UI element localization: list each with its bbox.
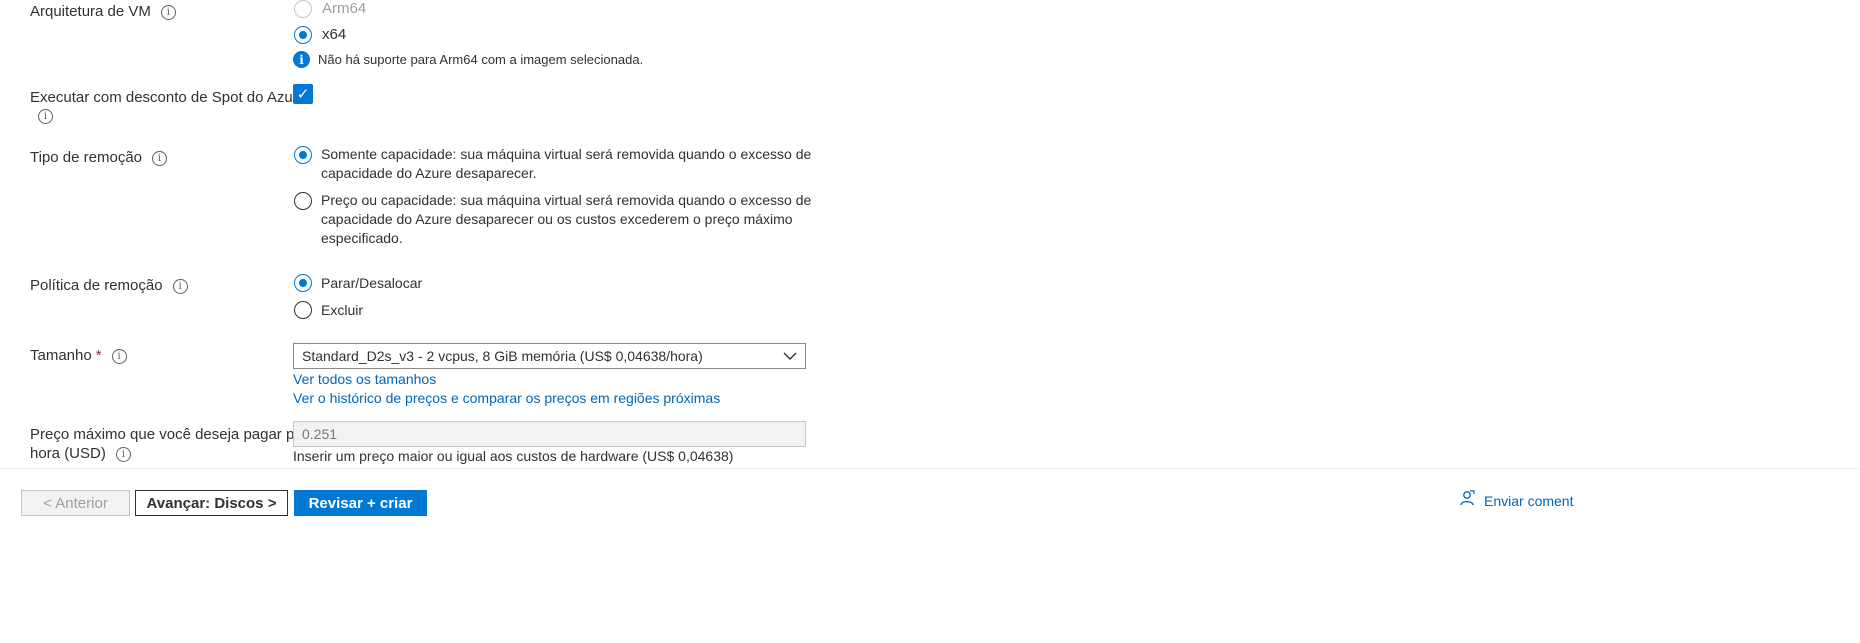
radio-label-line: Preço ou capacidade: sua máquina virtual… bbox=[321, 192, 812, 208]
next-discs-button[interactable]: Avançar: Discos > bbox=[135, 490, 288, 516]
radio-label-line: especificado. bbox=[321, 230, 403, 246]
radio-label-x64: x64 bbox=[322, 26, 347, 43]
max-price-label: Preço máximo que você deseja pagar por bbox=[30, 426, 308, 443]
size-dropdown-value: Standard_D2s_v3 - 2 vcpus, 8 GiB memória… bbox=[302, 348, 703, 364]
send-feedback-label: Enviar coment bbox=[1484, 492, 1574, 509]
radio-capacity-only[interactable]: Somente capacidade: sua máquina virtual … bbox=[294, 145, 811, 183]
max-price-input[interactable] bbox=[293, 421, 806, 447]
radio-stop-deallocate[interactable]: Parar/Desalocar bbox=[294, 272, 422, 294]
size-dropdown[interactable]: Standard_D2s_v3 - 2 vcpus, 8 GiB memória… bbox=[293, 343, 806, 369]
send-feedback-link[interactable]: Enviar coment bbox=[1458, 489, 1573, 512]
radio-label-line: capacidade do Azure desaparecer ou os cu… bbox=[321, 211, 793, 227]
feedback-icon bbox=[1458, 489, 1476, 512]
vm-architecture-row: Arquitetura de VM i bbox=[30, 2, 176, 22]
info-icon[interactable]: i bbox=[38, 109, 53, 124]
radio-label-line: Somente capacidade: sua máquina virtual … bbox=[321, 146, 812, 162]
radio-label-stop-deallocate: Parar/Desalocar bbox=[321, 275, 423, 291]
spot-label: Executar com desconto de Spot do Azure bbox=[30, 89, 306, 106]
radio-label-arm64: Arm64 bbox=[322, 0, 367, 17]
size-label: Tamanho bbox=[30, 347, 92, 364]
info-filled-icon: i bbox=[293, 51, 310, 68]
max-price-row2: hora (USD) i bbox=[30, 444, 131, 464]
radio-button-price-or-capacity[interactable] bbox=[294, 192, 312, 210]
info-icon[interactable]: i bbox=[115, 446, 131, 462]
eviction-type-label: Tipo de remoção bbox=[30, 149, 143, 166]
radio-arm64: Arm64 bbox=[294, 0, 366, 20]
info-icon[interactable]: i bbox=[152, 150, 168, 166]
max-price-label-line2: hora (USD) bbox=[30, 445, 106, 462]
radio-label-price-or-capacity: Preço ou capacidade: sua máquina virtual… bbox=[321, 191, 811, 248]
architecture-info-text: Não há suporte para Arm64 com a imagem s… bbox=[318, 52, 644, 67]
eviction-type-row: Tipo de remoção i bbox=[30, 148, 168, 168]
checkmark-icon: ✓ bbox=[296, 86, 310, 103]
info-icon[interactable]: i bbox=[172, 278, 188, 294]
max-price-hint: Inserir um preço maior ou igual aos cust… bbox=[293, 448, 734, 464]
footer-divider bbox=[0, 468, 1860, 469]
radio-label-line: capacidade do Azure desaparecer. bbox=[321, 165, 537, 181]
radio-label-capacity-only: Somente capacidade: sua máquina virtual … bbox=[321, 145, 811, 183]
radio-button-arm64 bbox=[294, 0, 312, 18]
chevron-down-icon bbox=[783, 348, 797, 365]
spot-checkbox[interactable]: ✓ bbox=[293, 84, 313, 104]
size-row: Tamanho * i bbox=[30, 346, 127, 366]
vm-architecture-label: Arquitetura de VM bbox=[30, 3, 151, 20]
architecture-info-message: i Não há suporte para Arm64 com a imagem… bbox=[293, 51, 643, 68]
radio-button-x64[interactable] bbox=[294, 26, 312, 44]
review-create-button[interactable]: Revisar + criar bbox=[294, 490, 427, 516]
radio-label-delete: Excluir bbox=[321, 302, 364, 318]
link-price-history[interactable]: Ver o histórico de preços e comparar os … bbox=[293, 389, 720, 408]
radio-price-or-capacity[interactable]: Preço ou capacidade: sua máquina virtual… bbox=[294, 191, 811, 248]
required-marker: * bbox=[95, 347, 102, 364]
eviction-policy-row: Política de remoção i bbox=[30, 276, 188, 296]
radio-x64[interactable]: x64 bbox=[294, 24, 346, 46]
radio-button-stop-deallocate[interactable] bbox=[294, 274, 312, 292]
radio-button-delete[interactable] bbox=[294, 301, 312, 319]
link-all-sizes[interactable]: Ver todos os tamanhos bbox=[293, 370, 436, 389]
info-icon[interactable]: i bbox=[111, 348, 127, 364]
previous-button[interactable]: < Anterior bbox=[21, 490, 130, 516]
eviction-policy-label: Política de remoção bbox=[30, 277, 163, 294]
info-icon[interactable]: i bbox=[160, 4, 176, 20]
radio-delete[interactable]: Excluir bbox=[294, 299, 363, 321]
radio-button-capacity-only[interactable] bbox=[294, 146, 312, 164]
